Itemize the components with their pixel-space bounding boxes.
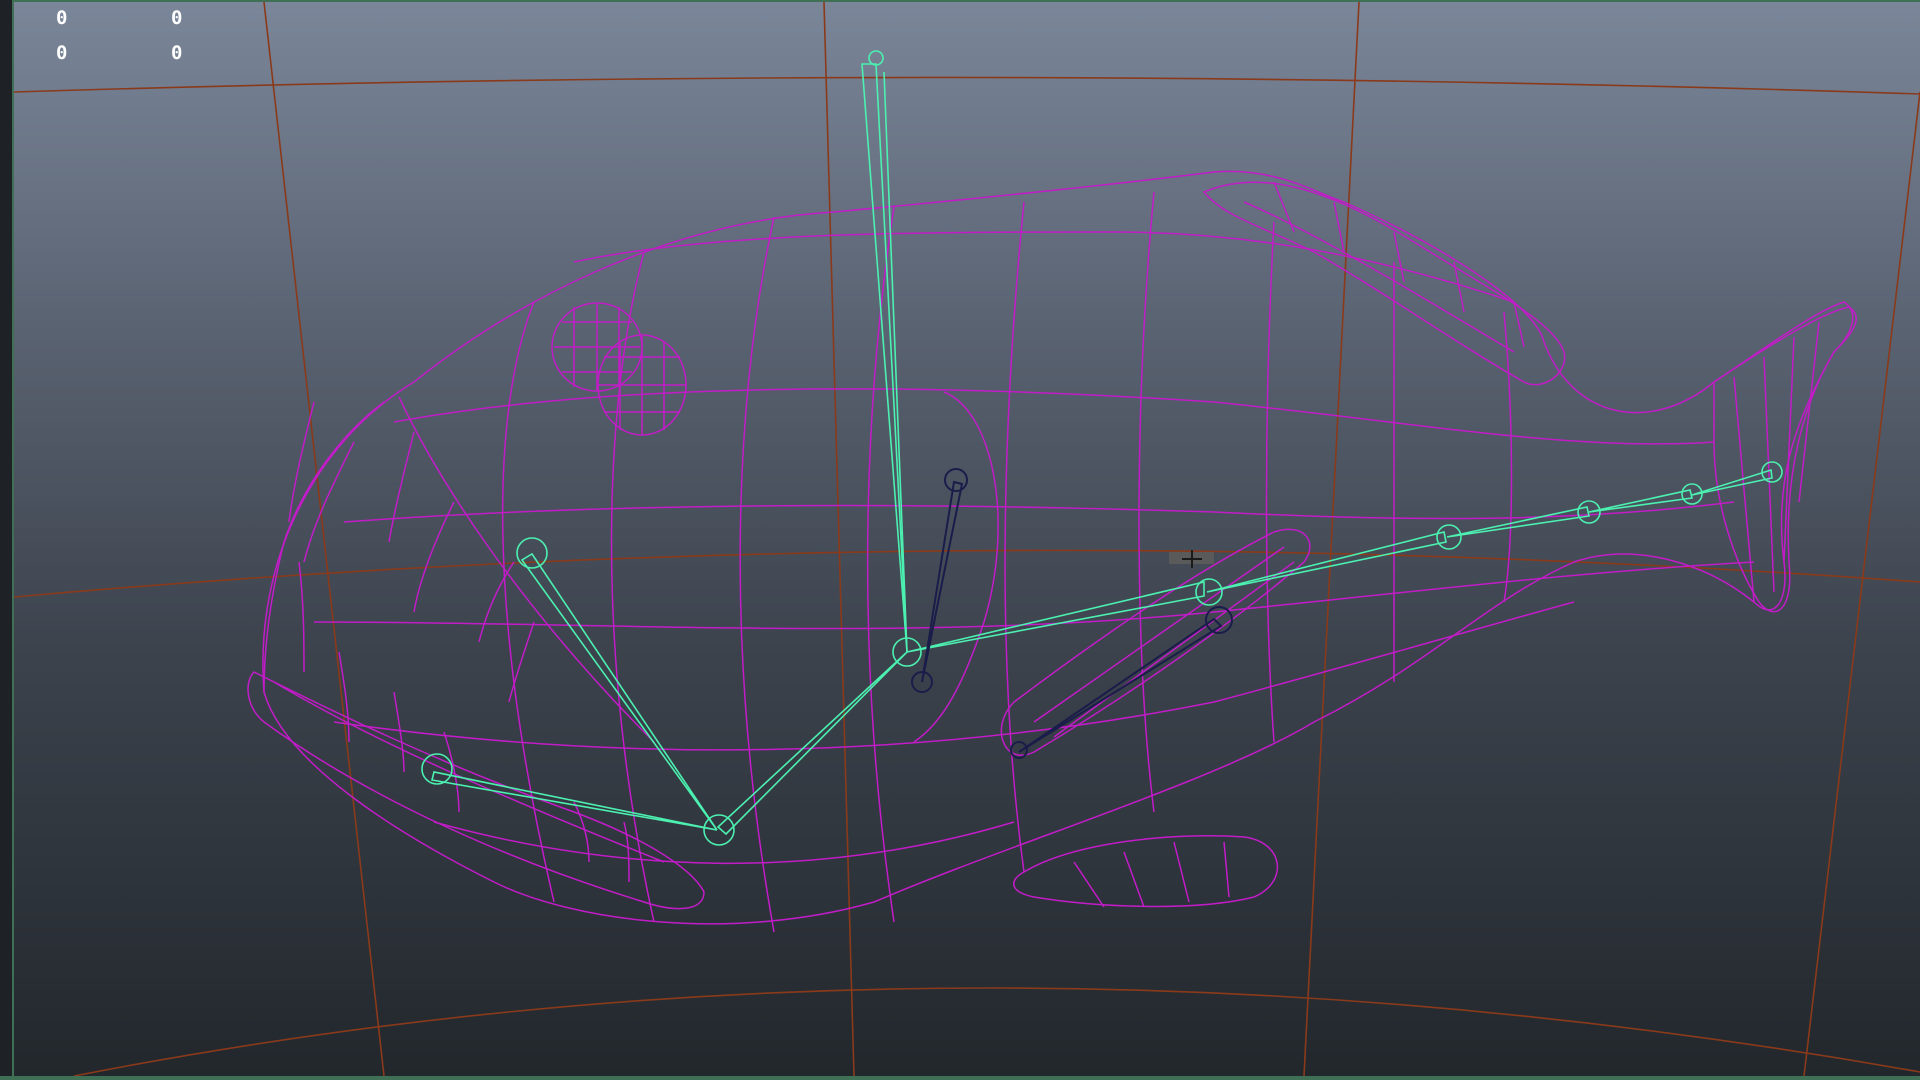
hud-counter: 0 — [171, 7, 183, 29]
scene-view[interactable] — [14, 2, 1920, 1076]
skeleton-joints[interactable] — [421, 50, 1783, 846]
fish-mesh-wireframe[interactable] — [247, 170, 1857, 933]
hud-counter: 0 — [171, 42, 183, 64]
hud-counter: 0 — [56, 7, 68, 29]
ground-grid — [14, 2, 1920, 1076]
3d-viewport[interactable]: 0 0 0 0 — [12, 0, 1920, 1076]
viewport-frame-bottom — [0, 1076, 1920, 1080]
move-pivot-icon[interactable] — [1169, 550, 1214, 568]
hud-counters: 0 0 0 0 — [14, 2, 254, 72]
hud-counter: 0 — [56, 42, 68, 64]
joint-chain-selected[interactable] — [421, 50, 1783, 846]
